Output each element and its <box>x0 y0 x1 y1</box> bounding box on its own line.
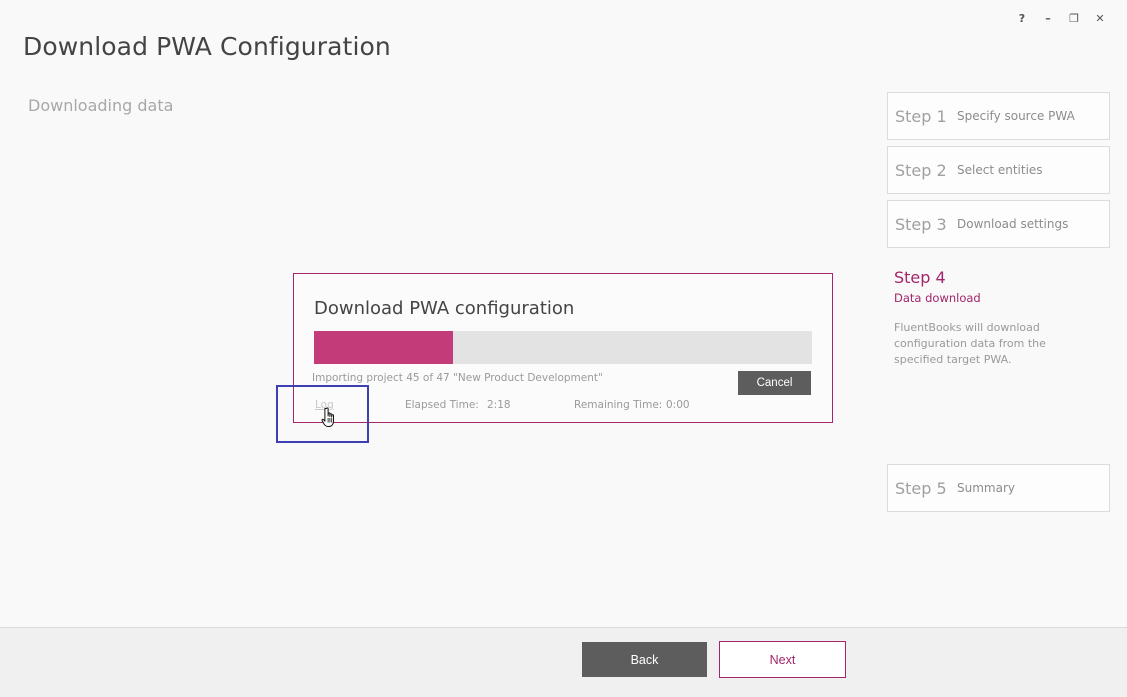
step-number: Step 5 <box>895 478 947 498</box>
remaining-time-label: Remaining Time: <box>574 399 663 411</box>
step-label: Data download <box>894 291 981 305</box>
window-controls: ? – ❐ ✕ <box>1009 10 1113 26</box>
step-3[interactable]: Step 3 Download settings <box>887 200 1110 248</box>
step-label: Summary <box>957 481 1015 495</box>
dialog-title: Download PWA configuration <box>314 298 575 319</box>
step-number: Step 4 <box>894 268 946 287</box>
elapsed-time-label: Elapsed Time: <box>405 399 479 411</box>
back-button[interactable]: Back <box>582 642 707 677</box>
help-icon[interactable]: ? <box>1009 10 1035 26</box>
page-title: Download PWA Configuration <box>23 32 391 61</box>
step-2[interactable]: Step 2 Select entities <box>887 146 1110 194</box>
remaining-time-value: 0:00 <box>666 399 690 411</box>
minimize-icon[interactable]: – <box>1035 10 1061 26</box>
restore-icon[interactable]: ❐ <box>1061 10 1087 26</box>
cancel-button[interactable]: Cancel <box>738 371 811 395</box>
step-number: Step 2 <box>895 160 947 180</box>
step-5[interactable]: Step 5 Summary <box>887 464 1110 512</box>
step-1[interactable]: Step 1 Specify source PWA <box>887 92 1110 140</box>
next-button[interactable]: Next <box>719 641 846 678</box>
step-label: Specify source PWA <box>957 109 1075 123</box>
step-number: Step 3 <box>895 214 947 234</box>
section-subtitle: Downloading data <box>28 96 174 115</box>
progress-bar <box>314 331 812 364</box>
footer-bar: Back Next <box>0 627 1127 697</box>
step-label: Download settings <box>957 217 1069 231</box>
status-text: Importing project 45 of 47 "New Product … <box>312 372 603 384</box>
steps-panel: Step 1 Specify source PWA Step 2 Select … <box>887 92 1110 518</box>
hand-cursor-icon <box>321 407 334 427</box>
step-number: Step 1 <box>895 106 947 126</box>
close-icon[interactable]: ✕ <box>1087 10 1113 26</box>
download-progress-dialog: Download PWA configuration Importing pro… <box>293 273 833 423</box>
elapsed-time-value: 2:18 <box>487 399 511 411</box>
progress-fill <box>314 331 454 364</box>
step-4-active: Step 4 Data download FluentBooks will do… <box>887 254 1110 464</box>
step-label: Select entities <box>957 163 1043 177</box>
step-description: FluentBooks will download configuration … <box>894 321 1046 366</box>
